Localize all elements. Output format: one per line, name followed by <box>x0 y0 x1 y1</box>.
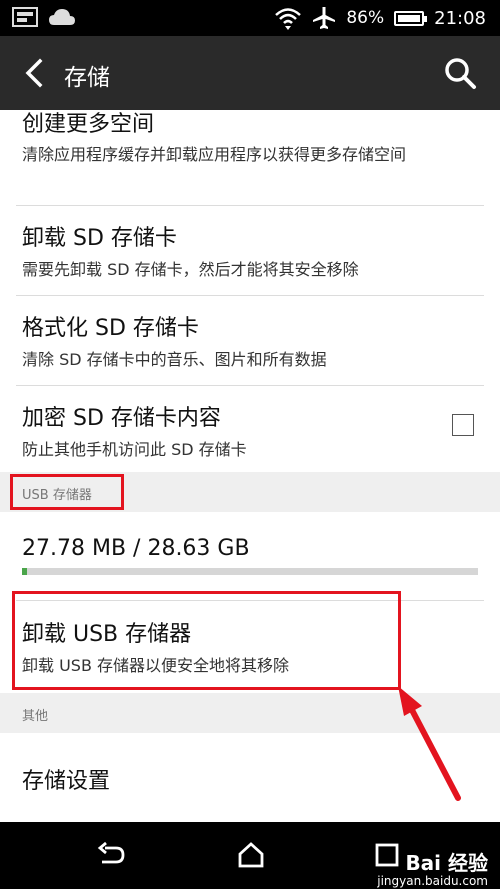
list-item-format-sd[interactable]: 格式化 SD 存储卡 清除 SD 存储卡中的音乐、图片和所有数据 <box>0 296 500 385</box>
usb-usage-item: 27.78 MB / 28.63 GB <box>0 512 500 600</box>
highlight-box-usb-header <box>10 474 124 510</box>
watermark: Bai 经验 jingyan.baidu.com <box>377 852 488 888</box>
item-title: 格式化 SD 存储卡 <box>22 316 199 341</box>
section-header-other: 其他 <box>0 693 500 733</box>
watermark-logo: Bai 经验 <box>405 851 488 875</box>
navigation-bar: Bai 经验 jingyan.baidu.com <box>0 822 500 889</box>
watermark-url: jingyan.baidu.com <box>377 874 488 888</box>
item-subtitle: 防止其他手机访问此 SD 存储卡 <box>22 440 247 459</box>
highlight-box-unmount-usb <box>12 591 401 690</box>
usb-usage-text: 27.78 MB / 28.63 GB <box>22 536 250 561</box>
item-title: 卸载 SD 存储卡 <box>22 226 177 251</box>
clock: 21:08 <box>434 7 486 29</box>
storage-list[interactable]: 创建更多空间 清除应用程序缓存并卸载应用程序以获得更多存储空间 卸载 SD 存储… <box>0 110 500 822</box>
wifi-icon <box>275 8 302 30</box>
battery-percent: 86% <box>346 8 385 28</box>
usb-usage-progress-fill <box>22 568 27 575</box>
battery-icon <box>394 10 428 26</box>
status-left <box>12 7 76 27</box>
item-title: 创建更多空间 <box>22 112 155 137</box>
status-right: 86% 21:08 <box>274 0 486 36</box>
back-arrow-icon[interactable] <box>18 55 54 91</box>
list-item-storage-settings[interactable]: 存储设置 <box>0 733 500 822</box>
item-subtitle: 清除应用程序缓存并卸载应用程序以获得更多存储空间 <box>22 145 407 164</box>
cloud-icon <box>49 9 75 25</box>
section-header-label: 其他 <box>22 709 49 724</box>
item-title: 加密 SD 存储卡内容 <box>22 406 221 431</box>
status-bar: 86% 21:08 <box>0 0 500 36</box>
list-item-encrypt-sd[interactable]: 加密 SD 存储卡内容 防止其他手机访问此 SD 存储卡 <box>0 386 500 472</box>
usb-usage-progress <box>22 568 478 575</box>
gallery-icon <box>12 7 38 27</box>
list-item-unmount-sd[interactable]: 卸载 SD 存储卡 需要先卸载 SD 存储卡，然后才能将其安全移除 <box>0 206 500 295</box>
item-subtitle: 清除 SD 存储卡中的音乐、图片和所有数据 <box>22 350 327 369</box>
item-subtitle: 需要先卸载 SD 存储卡，然后才能将其安全移除 <box>22 260 359 279</box>
nav-back-icon[interactable] <box>96 840 126 870</box>
list-item-create-space[interactable]: 创建更多空间 清除应用程序缓存并卸载应用程序以获得更多存储空间 <box>0 110 500 205</box>
action-bar: 存储 <box>0 36 500 110</box>
item-title: 存储设置 <box>22 769 111 794</box>
nav-home-icon[interactable] <box>236 840 266 870</box>
search-icon[interactable] <box>442 55 478 91</box>
encrypt-checkbox[interactable] <box>452 414 474 436</box>
airplane-icon <box>313 7 336 29</box>
page-title: 存储 <box>64 65 110 91</box>
